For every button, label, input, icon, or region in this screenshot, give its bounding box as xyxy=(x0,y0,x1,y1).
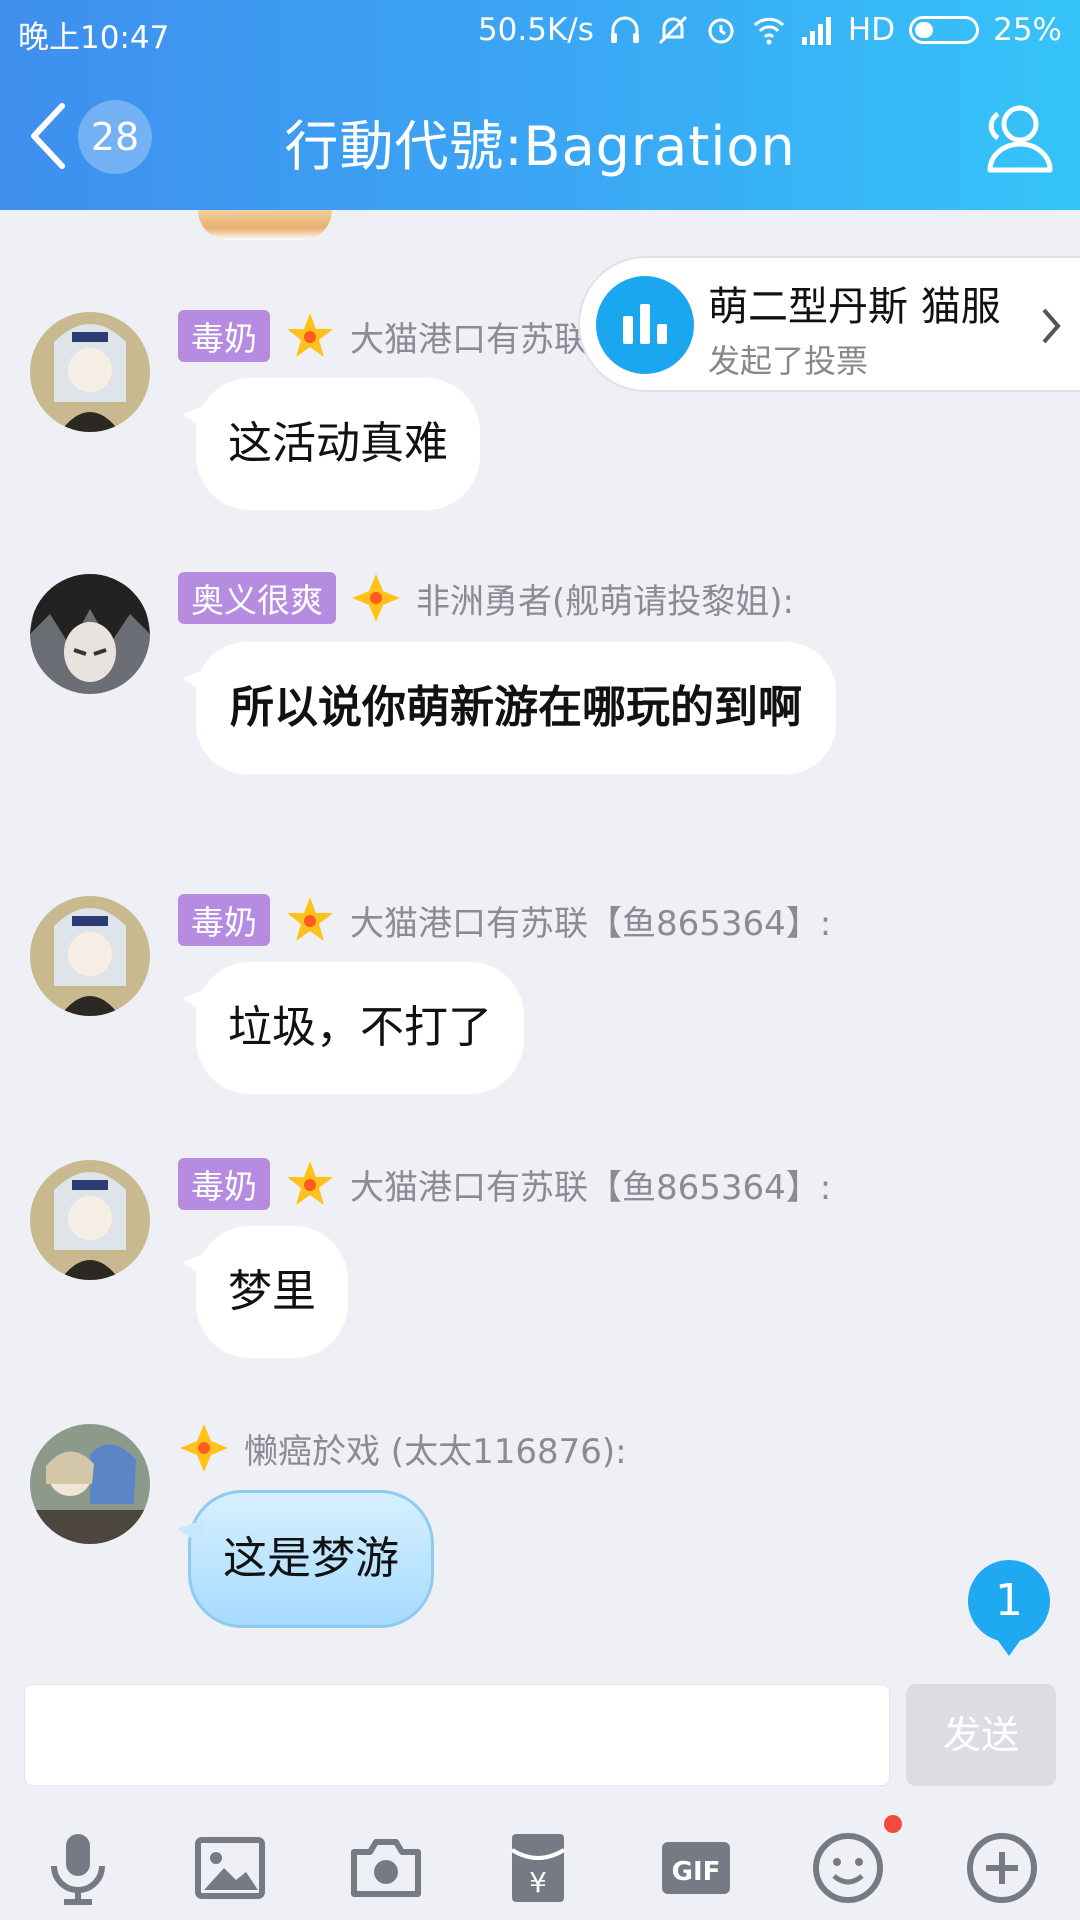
title-bar: 28 行動代號:Bagration xyxy=(0,62,1080,210)
unread-count-badge[interactable]: 28 xyxy=(78,100,152,174)
star-badge-icon xyxy=(287,313,333,357)
notification-dot xyxy=(884,1815,902,1833)
message-input[interactable] xyxy=(24,1684,890,1786)
mic-icon[interactable] xyxy=(38,1828,118,1908)
message-bubble[interactable]: 这是梦游 xyxy=(177,1490,434,1628)
battery-icon xyxy=(909,16,980,44)
message-bubble[interactable]: 梦里 xyxy=(182,1226,348,1358)
headset-icon xyxy=(610,16,639,43)
poll-icon xyxy=(596,276,694,374)
svg-text:¥: ¥ xyxy=(529,1866,547,1899)
new-message-count-badge[interactable]: 1 xyxy=(968,1560,1050,1656)
member-title-tag: 奥义很爽 xyxy=(178,572,336,624)
red-packet-icon[interactable]: ¥ xyxy=(498,1828,578,1908)
chat-header: 晚上10:47 50.5K/s HD 25% 28 行動代號:Bagration xyxy=(0,0,1080,210)
network-speed: 50.5K/s xyxy=(477,12,594,48)
alarm-icon xyxy=(708,18,734,44)
sender-name: 非洲勇者(舰萌请投黎姐): xyxy=(416,581,794,622)
mute-bell-icon xyxy=(658,15,687,45)
plus-icon[interactable] xyxy=(962,1828,1042,1908)
vote-banner[interactable]: 萌二型丹斯 猫服 发起了投票 xyxy=(578,256,1080,392)
chevron-right-icon xyxy=(1042,308,1061,344)
star-badge-icon xyxy=(287,1161,333,1205)
back-arrow-icon[interactable] xyxy=(22,98,76,174)
star-badge-icon xyxy=(287,897,333,941)
avatar[interactable] xyxy=(30,1160,150,1280)
camera-icon[interactable] xyxy=(346,1828,426,1908)
signal-icon xyxy=(801,17,831,45)
avatar[interactable] xyxy=(30,896,150,1016)
vote-title: 萌二型丹斯 猫服 xyxy=(708,284,1001,330)
emoji-icon[interactable] xyxy=(808,1828,888,1908)
avatar[interactable] xyxy=(30,574,150,694)
group-members-icon[interactable] xyxy=(976,98,1056,178)
diamond-badge-icon xyxy=(180,1424,228,1472)
sender-name: 大猫港口有苏联【鱼865364】: xyxy=(350,903,832,944)
previous-avatar-fragment xyxy=(198,210,332,240)
network-type: HD xyxy=(847,12,896,48)
message-bubble[interactable]: 这活动真难 xyxy=(182,378,480,510)
member-title-tag: 毒奶 xyxy=(178,310,270,362)
diamond-badge-icon xyxy=(352,574,400,622)
message-bubble[interactable]: 所以说你萌新游在哪玩的到啊 xyxy=(182,642,836,774)
battery-level: 25% xyxy=(993,12,1062,48)
send-button[interactable]: 发送 xyxy=(906,1684,1056,1786)
member-title-tag: 毒奶 xyxy=(178,894,270,946)
sender-name: 懒癌於戏 (太太116876): xyxy=(244,1431,627,1472)
status-time: 晚上10:47 xyxy=(18,20,170,56)
gif-icon[interactable]: GIF xyxy=(656,1828,736,1908)
svg-text:GIF: GIF xyxy=(672,1857,721,1887)
page-title: 行動代號:Bagration xyxy=(284,115,796,178)
sender-name: 大猫港口有苏联 xyxy=(350,319,588,360)
status-bar: 晚上10:47 50.5K/s HD 25% xyxy=(0,0,1080,62)
wifi-icon xyxy=(753,17,784,45)
vote-subtitle: 发起了投票 xyxy=(708,342,869,380)
sender-name: 大猫港口有苏联【鱼865364】: xyxy=(350,1167,832,1208)
message-bubble[interactable]: 垃圾，不打了 xyxy=(182,962,524,1094)
member-title-tag: 毒奶 xyxy=(178,1158,270,1210)
input-toolbar: ¥ GIF xyxy=(0,1810,1080,1920)
avatar[interactable] xyxy=(30,312,150,432)
avatar[interactable] xyxy=(30,1424,150,1544)
image-icon[interactable] xyxy=(190,1828,270,1908)
